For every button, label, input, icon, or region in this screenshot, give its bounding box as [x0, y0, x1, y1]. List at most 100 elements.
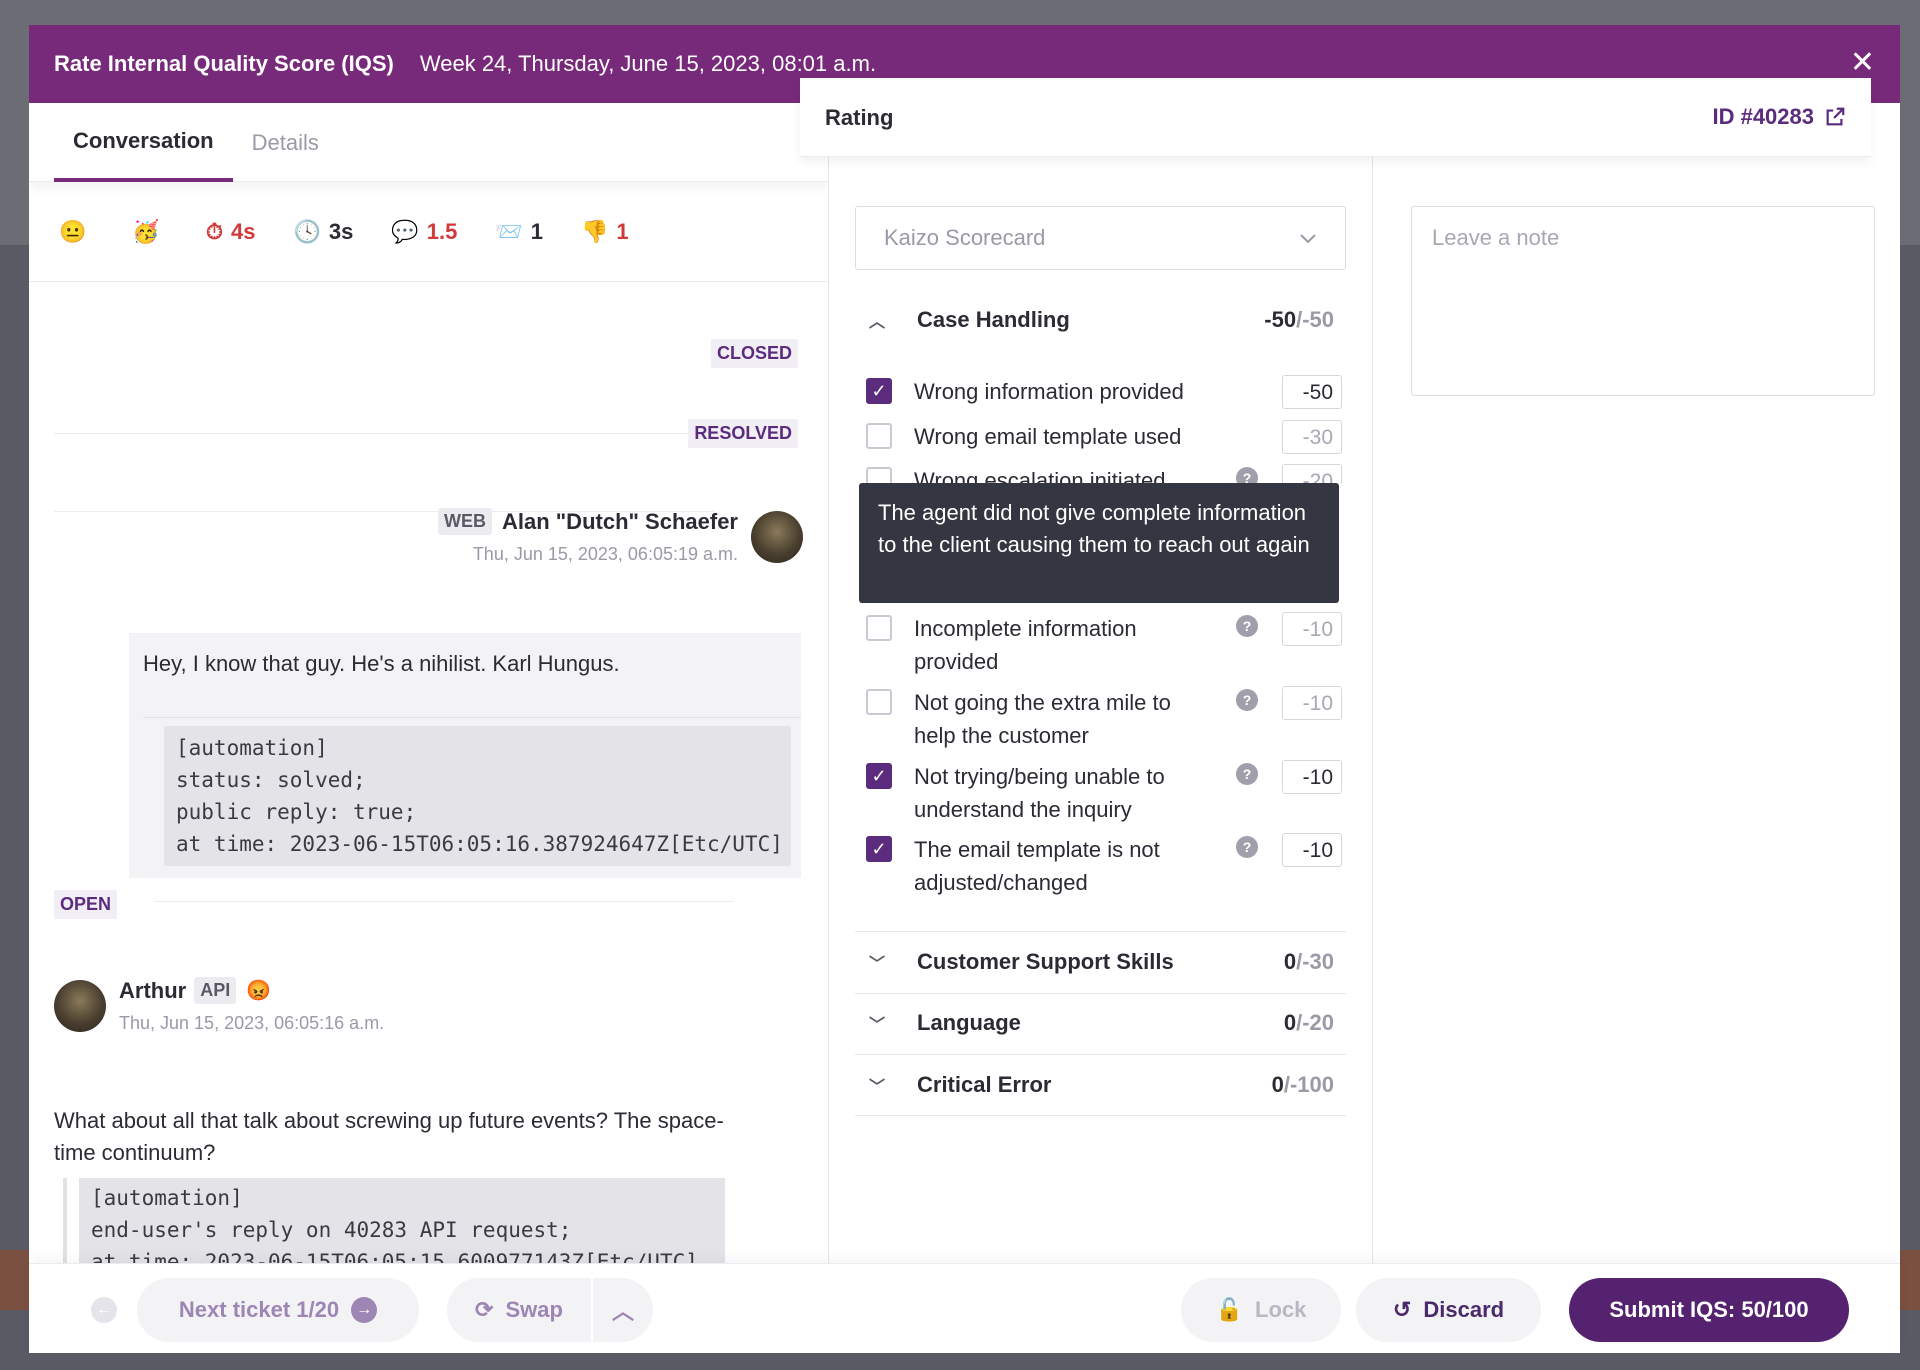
thumbs-down-icon: 👎 — [581, 218, 609, 244]
lock-label: Lock — [1255, 1297, 1307, 1322]
section-language[interactable]: ﹀ Language 0/-20 — [855, 1005, 1346, 1041]
points-field[interactable]: -10 — [1282, 686, 1342, 720]
tab-details[interactable]: Details — [233, 103, 338, 182]
divider — [54, 433, 734, 434]
inbox-icon: 📨 — [495, 218, 523, 244]
criterion-item: Incomplete information provided ? -10 — [866, 612, 1342, 678]
modal-title: Rate Internal Quality Score (IQS) — [54, 51, 394, 76]
section-critical-error[interactable]: ﹀ Critical Error 0/-100 — [855, 1067, 1346, 1103]
chat-bubble-icon: 💬 — [391, 218, 419, 244]
help-icon[interactable]: ? — [1236, 836, 1258, 858]
criterion-item: ✓ Not trying/being unable to understand … — [866, 760, 1342, 826]
criterion-label: Wrong email template used — [914, 424, 1182, 449]
criterion-label: Not trying/being unable to understand th… — [914, 764, 1165, 822]
lock-button[interactable]: 🔓 Lock — [1181, 1278, 1341, 1342]
criterion-label: Incomplete information provided — [914, 616, 1137, 674]
chevron-down-icon — [1300, 234, 1316, 244]
arrow-right-icon: → — [351, 1297, 378, 1323]
help-icon[interactable]: ? — [1236, 689, 1258, 711]
channel-badge: WEB — [437, 508, 492, 535]
stat-first-response: ⏱ 4s — [206, 219, 256, 245]
checkbox[interactable] — [866, 615, 892, 641]
note-input[interactable]: Leave a note — [1411, 206, 1875, 396]
criterion-item: Wrong email template used -30 — [866, 420, 1342, 454]
checkbox-checked[interactable]: ✓ — [866, 836, 892, 862]
criterion-item: ✓ Wrong information provided -50 — [866, 375, 1342, 409]
message-bubble: Hey, I know that guy. He's a nihilist. K… — [129, 633, 801, 878]
checkbox-checked[interactable]: ✓ — [866, 763, 892, 789]
ticket-id-link[interactable]: ID #40283 — [1712, 104, 1846, 130]
unlock-icon: 🔓 — [1215, 1297, 1244, 1322]
status-badge-closed: CLOSED — [710, 339, 798, 368]
points-field[interactable]: -20 — [1282, 464, 1342, 484]
points-field[interactable]: -30 — [1282, 420, 1342, 454]
chevron-up-icon: ︿ — [869, 314, 886, 331]
status-badge-open: OPEN — [54, 890, 118, 919]
criterion-item: ✓ The email template is not adjusted/cha… — [866, 833, 1342, 899]
checkbox-checked[interactable]: ✓ — [866, 378, 892, 404]
checkbox[interactable] — [866, 689, 892, 715]
section-case-handling[interactable]: ︿ Case Handling -50/-50 — [855, 302, 1346, 338]
checkbox[interactable] — [866, 423, 892, 449]
stat-neutral: 😐 — [59, 219, 94, 245]
divider — [855, 931, 1346, 932]
chevron-down-icon: ﹀ — [869, 1017, 886, 1034]
neutral-face-icon: 😐 — [59, 218, 87, 244]
points-field[interactable]: -10 — [1282, 612, 1342, 646]
section-score: 0/-100 — [1271, 1072, 1334, 1097]
help-icon[interactable]: ? — [1236, 763, 1258, 785]
clock-icon: 🕓 — [293, 218, 321, 244]
rating-header: Rating ID #40283 — [800, 78, 1871, 157]
discard-button[interactable]: ↺ Discard — [1356, 1278, 1541, 1342]
rating-title: Rating — [825, 105, 894, 130]
criterion-label: The email template is not adjusted/chang… — [914, 837, 1160, 895]
help-icon[interactable]: ? — [1236, 467, 1258, 484]
undo-icon: ↺ — [1392, 1297, 1412, 1322]
stat-value: 3s — [328, 218, 354, 244]
chevron-down-icon: ﹀ — [869, 956, 886, 973]
section-name: Case Handling — [917, 307, 1070, 332]
divider — [143, 717, 801, 718]
next-ticket-button[interactable]: Next ticket 1/20 → — [137, 1278, 419, 1342]
points-field[interactable]: -50 — [1282, 375, 1342, 409]
ticket-id: ID #40283 — [1712, 104, 1814, 129]
chevron-down-icon: ﹀ — [869, 1079, 886, 1096]
points-field[interactable]: -10 — [1282, 833, 1342, 867]
conversation-panel: Conversation Details 😐 🥳 ⏱ 4s 🕓 3s 💬 1.5 📨 1… — [29, 103, 829, 1283]
swap-button[interactable]: ⟳ Swap — [447, 1278, 591, 1342]
stat-value: 1.5 — [426, 218, 458, 244]
scorecard-select-value: Kaizo Scorecard — [884, 225, 1046, 250]
swap-label: Swap — [505, 1297, 563, 1322]
divider — [855, 1115, 1346, 1116]
stat-replies: 💬 1.5 — [391, 219, 457, 245]
channel-badge: API — [194, 977, 237, 1004]
discard-label: Discard — [1423, 1297, 1505, 1322]
swap-menu-button[interactable]: ︿ — [593, 1278, 653, 1342]
submit-button[interactable]: Submit IQS: 50/100 — [1569, 1278, 1849, 1342]
tab-conversation[interactable]: Conversation — [54, 103, 233, 182]
previous-ticket-button[interactable]: ← — [81, 1287, 127, 1333]
message-text: What about all that talk about screwing … — [54, 1108, 724, 1165]
stat-party: 🥳 — [132, 219, 167, 245]
modal-footer: ← Next ticket 1/20 → ⟳ Swap ︿ 🔓 Lock ↺ D… — [29, 1263, 1900, 1353]
stat-value: 1 — [616, 218, 629, 244]
message-text: Hey, I know that guy. He's a nihilist. K… — [143, 651, 620, 676]
status-badge-resolved: RESOLVED — [688, 419, 798, 448]
angry-face-icon: 😡 — [246, 980, 272, 1002]
party-face-icon: 🥳 — [132, 218, 160, 244]
help-icon[interactable]: ? — [1236, 615, 1258, 637]
close-icon[interactable]: ✕ — [1850, 48, 1875, 78]
avatar — [751, 511, 803, 563]
scorecard-select[interactable]: Kaizo Scorecard — [855, 206, 1346, 270]
points-field[interactable]: -10 — [1282, 760, 1342, 794]
modal-date: Week 24, Thursday, June 15, 2023, 08:01 … — [419, 51, 877, 76]
criterion-item: Not going the extra mile to help the cus… — [866, 686, 1342, 752]
checkbox[interactable] — [866, 467, 892, 484]
message-time: Thu, Jun 15, 2023, 06:05:19 a.m. — [472, 544, 738, 564]
section-customer-support-skills[interactable]: ﹀ Customer Support Skills 0/-30 — [855, 944, 1346, 980]
message-header: WEB Alan "Dutch" Schaefer — [437, 508, 738, 535]
stat-negative: 👎 1 — [581, 219, 629, 245]
stat-reopens: 📨 1 — [495, 219, 543, 245]
criterion-tooltip: The agent did not give complete informat… — [859, 483, 1339, 603]
section-score: 0/-20 — [1283, 1010, 1334, 1035]
